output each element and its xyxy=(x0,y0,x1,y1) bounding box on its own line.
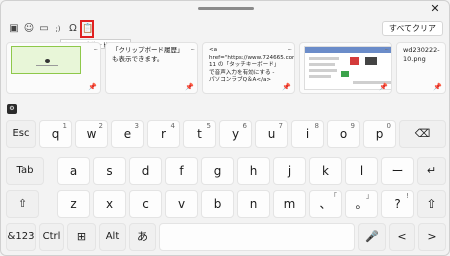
pin-icon[interactable]: 📌 xyxy=(379,83,388,91)
chevron-right-icon: > xyxy=(427,230,437,243)
key-tab[interactable]: Tab xyxy=(6,157,44,185)
emoji-icon[interactable]: ☺ xyxy=(22,20,36,38)
key-l[interactable]: l xyxy=(345,157,378,185)
key-z[interactable]: z xyxy=(57,190,90,218)
key-i[interactable]: i8 xyxy=(291,120,324,148)
key-cursor-left[interactable]: < xyxy=(389,223,415,251)
clip-item[interactable]: ··· 📌 xyxy=(299,42,392,94)
sticker-icon[interactable]: ▣ xyxy=(7,20,21,38)
key-space[interactable] xyxy=(159,223,355,251)
more-options-icon[interactable]: ··· xyxy=(384,46,389,54)
key-v[interactable]: v xyxy=(165,190,198,218)
pin-icon[interactable]: 📌 xyxy=(185,83,194,91)
key-x[interactable]: x xyxy=(93,190,126,218)
clip-text: 「クリップボード履歴」も表示できます。 xyxy=(112,46,181,63)
keyboard-settings-icon[interactable]: ⚙ xyxy=(7,104,17,114)
key-windows[interactable]: ⊞ xyxy=(67,223,96,251)
clear-all-button[interactable]: すべてクリア xyxy=(381,21,443,36)
chevron-left-icon: < xyxy=(397,230,407,243)
microphone-icon: 🎤 xyxy=(365,230,379,243)
key-s[interactable]: s xyxy=(93,157,126,185)
more-options-icon[interactable]: ··· xyxy=(190,46,195,54)
clipboard-icon[interactable]: 📋 xyxy=(80,20,94,38)
windows-icon: ⊞ xyxy=(76,230,87,243)
pin-icon[interactable]: 📌 xyxy=(282,83,291,91)
key-y[interactable]: y6 xyxy=(219,120,252,148)
key-p[interactable]: p0 xyxy=(363,120,396,148)
key-m[interactable]: m xyxy=(273,190,306,218)
key-cursor-right[interactable]: > xyxy=(418,223,446,251)
key-u[interactable]: u7 xyxy=(255,120,288,148)
key-alt[interactable]: Alt xyxy=(99,223,126,251)
symbols-icon[interactable]: Ω xyxy=(66,20,80,38)
key-w[interactable]: w2 xyxy=(75,120,108,148)
key-d[interactable]: d xyxy=(129,157,162,185)
panel-toolbar: ▣ ☺ ▭ ;) Ω 📋 すべてクリア xyxy=(5,20,445,38)
pin-icon[interactable]: 📌 xyxy=(88,83,97,91)
kaomoji-icon[interactable]: ;) xyxy=(51,20,65,38)
key-period[interactable]: 。」 xyxy=(345,190,378,218)
key-h[interactable]: h xyxy=(237,157,270,185)
key-q[interactable]: q1 xyxy=(39,120,72,148)
key-esc[interactable]: Esc xyxy=(6,120,36,148)
clip-item[interactable]: <a href="https://www.724665.com/weekly/q… xyxy=(202,42,295,94)
gif-icon[interactable]: ▭ xyxy=(37,20,51,38)
clip-item[interactable]: 「クリップボード履歴」も表示できます。 ··· 📌 xyxy=(105,42,198,94)
key-ime-mode[interactable]: あ xyxy=(129,223,156,251)
backspace-icon: ⌫ xyxy=(414,127,431,140)
key-long-vowel[interactable]: ー xyxy=(381,157,414,185)
key-k[interactable]: k xyxy=(309,157,342,185)
key-b[interactable]: b xyxy=(201,190,234,218)
clip-thumbnail xyxy=(11,46,81,74)
key-f[interactable]: f xyxy=(165,157,198,185)
key-n[interactable]: n xyxy=(237,190,270,218)
key-ctrl[interactable]: Ctrl xyxy=(39,223,64,251)
key-voice-input[interactable]: 🎤 xyxy=(358,223,386,251)
key-e[interactable]: e3 xyxy=(111,120,144,148)
key-o[interactable]: o9 xyxy=(327,120,360,148)
more-options-icon[interactable]: ··· xyxy=(93,46,98,54)
key-question[interactable]: ?! xyxy=(381,190,414,218)
key-symbols-123[interactable]: &123 xyxy=(6,223,36,251)
key-c[interactable]: c xyxy=(129,190,162,218)
clip-text: <a href="https://www.724665.com/weekly/q… xyxy=(209,47,295,84)
pin-icon[interactable]: 📌 xyxy=(433,83,442,91)
shift-icon: ⇧ xyxy=(17,197,28,210)
clip-text: wd230222-10.png xyxy=(403,46,440,63)
clipboard-history: ··· 📌 「クリップボード履歴」も表示できます。 ··· 📌 <a href=… xyxy=(6,42,446,98)
key-shift-right[interactable]: ⇧ xyxy=(417,190,446,218)
more-options-icon[interactable]: ··· xyxy=(287,46,292,54)
clip-item[interactable]: ··· 📌 xyxy=(6,42,101,94)
key-enter[interactable]: ↵ xyxy=(417,157,446,185)
clip-item[interactable]: wd230222-10.png 📌 xyxy=(396,42,446,94)
key-t[interactable]: t5 xyxy=(183,120,216,148)
key-r[interactable]: r4 xyxy=(147,120,180,148)
key-backspace[interactable]: ⌫ xyxy=(399,120,446,148)
key-g[interactable]: g xyxy=(201,157,234,185)
key-comma[interactable]: 、「 xyxy=(309,190,342,218)
key-j[interactable]: j xyxy=(273,157,306,185)
key-shift-left[interactable]: ⇧ xyxy=(6,190,39,218)
touch-keyboard-window: ✕ ▣ ☺ ▭ ;) Ω 📋 すべてクリア クリップボードの履歴 ··· 📌 「… xyxy=(0,0,450,256)
key-a[interactable]: a xyxy=(57,157,90,185)
drag-handle[interactable] xyxy=(198,7,254,10)
close-button[interactable]: ✕ xyxy=(423,2,447,16)
enter-icon: ↵ xyxy=(426,164,437,177)
